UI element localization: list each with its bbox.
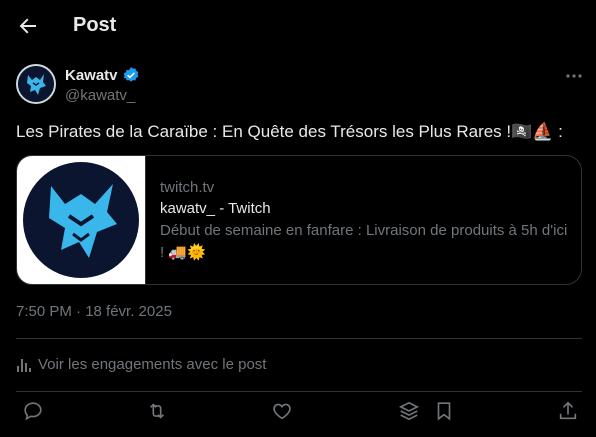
avatar[interactable] xyxy=(16,64,56,104)
card-thumbnail xyxy=(17,156,146,284)
engagements-link[interactable]: Voir les engagements avec le post xyxy=(16,356,266,373)
like-icon[interactable] xyxy=(271,400,293,422)
reply-icon[interactable] xyxy=(22,400,44,422)
author-name[interactable]: Kawatv xyxy=(65,67,118,84)
bookmark-icon[interactable] xyxy=(433,400,455,422)
post-text: Les Pirates de la Caraïbe : En Quête des… xyxy=(16,122,563,141)
card-title: kawatv_ - Twitch xyxy=(160,200,271,217)
divider xyxy=(16,391,582,392)
layers-icon[interactable] xyxy=(398,400,420,422)
engagements-label[interactable]: Voir les engagements avec le post xyxy=(38,356,266,373)
card-description: Début de semaine en fanfare : Livraison … xyxy=(160,222,568,261)
action-bar xyxy=(0,400,596,428)
verified-badge-icon xyxy=(123,67,138,82)
post-timestamp[interactable]: 7:50 PM · 18 févr. 2025 xyxy=(16,303,172,320)
card-body: twitch.tv kawatv_ - Twitch Début de sema… xyxy=(160,178,570,264)
share-icon[interactable] xyxy=(557,400,579,422)
link-card[interactable]: twitch.tv kawatv_ - Twitch Début de sema… xyxy=(16,155,582,285)
wolf-logo-icon xyxy=(18,66,54,102)
author-name-row[interactable]: Kawatv xyxy=(65,66,140,84)
divider xyxy=(16,338,582,339)
wolf-logo-icon xyxy=(23,162,139,278)
author-handle[interactable]: @kawatv_ xyxy=(65,87,135,104)
more-options-icon[interactable] xyxy=(564,66,584,86)
repost-icon[interactable] xyxy=(146,400,168,422)
post-header: Post xyxy=(0,0,596,53)
arrow-left-icon[interactable] xyxy=(16,14,40,38)
card-domain: twitch.tv xyxy=(160,179,215,196)
analytics-icon xyxy=(17,358,31,372)
page-title: Post xyxy=(73,14,117,36)
